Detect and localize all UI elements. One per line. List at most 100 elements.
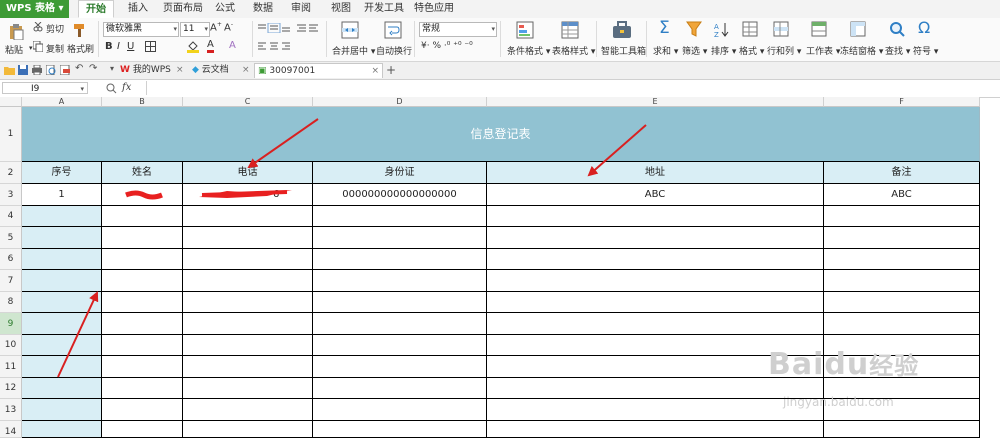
sum-label: 求和 <box>653 47 672 57</box>
paste-icon <box>10 24 24 40</box>
customize-quick-access-icon[interactable]: ▾ <box>110 64 114 73</box>
formula-bar: I9 ▾ fx <box>0 80 1000 98</box>
tab-data[interactable]: 数据 <box>248 0 278 18</box>
undo-icon[interactable]: ↶ <box>75 63 83 74</box>
copy-button[interactable]: 复制 <box>46 42 64 55</box>
merge-center-icon <box>341 21 359 39</box>
filter-button[interactable]: 筛选 ▾ <box>682 44 707 57</box>
svg-text:A: A <box>714 23 719 31</box>
tab-page-layout[interactable]: 页面布局 <box>160 0 206 18</box>
vertical-align-icons[interactable] <box>257 23 293 33</box>
close-icon[interactable]: × <box>242 63 252 78</box>
chevron-down-icon: ▾ <box>204 25 208 33</box>
redo-icon[interactable]: ↷ <box>89 63 97 74</box>
wps-logo-icon: W <box>120 65 130 75</box>
sum-button[interactable]: 求和 ▾ <box>653 44 678 57</box>
open-folder-icon[interactable] <box>4 65 15 75</box>
format-icon <box>742 21 758 37</box>
ribbon-separator <box>252 21 253 57</box>
tab-special[interactable]: 特色应用 <box>412 0 456 18</box>
doc-tab-active[interactable]: ▣ 30097001 × <box>254 63 383 78</box>
tab-home[interactable]: 开始 <box>78 0 114 18</box>
clear-format-icon[interactable]: A <box>229 40 236 51</box>
symbol-button[interactable]: 符号 ▾ <box>913 44 938 57</box>
format-button[interactable]: 格式 ▾ <box>739 44 764 57</box>
number-format-buttons[interactable]: ¥· % ·⁰ ⁺⁰ ⁻⁰ <box>421 41 473 51</box>
ribbon: 粘贴 ▾ 剪切 复制 格式刷 微软雅黑 ▾ 11 ▾ A+ A- B I U A A… <box>0 18 1000 62</box>
filter-label: 筛选 <box>682 47 701 57</box>
fx-icon[interactable]: fx <box>122 82 131 93</box>
name-box[interactable]: I9 ▾ <box>2 82 88 94</box>
worksheet-button[interactable]: 工作表 ▾ <box>806 44 840 57</box>
table-style-label: 表格样式 <box>552 47 589 57</box>
app-menu-label: WPS 表格 <box>6 3 56 14</box>
sort-button[interactable]: 排序 ▾ <box>711 44 736 57</box>
wrap-text-icon <box>384 21 402 39</box>
app-menu-button[interactable]: WPS 表格 ▾ <box>0 0 69 18</box>
freeze-panes-icon <box>850 21 866 37</box>
zoom-icon[interactable] <box>106 83 117 94</box>
copy-icon <box>33 41 43 52</box>
paste-button[interactable]: 粘贴 <box>5 43 23 56</box>
indent-icons[interactable] <box>296 23 320 33</box>
merge-center-button[interactable]: 合并居中 ▾ <box>332 44 375 57</box>
sort-icon: AZ <box>714 23 729 38</box>
freeze-panes-button[interactable]: 冻结窗格 ▾ <box>840 44 883 57</box>
chevron-down-icon: ▾ <box>80 85 84 93</box>
format-painter-button[interactable]: 格式刷 <box>67 42 94 55</box>
export-pdf-icon[interactable] <box>60 65 70 75</box>
tab-insert[interactable]: 插入 <box>122 0 154 18</box>
wrap-text-button[interactable]: 自动换行 <box>376 44 412 57</box>
rows-cols-icon <box>773 21 789 37</box>
tab-formula[interactable]: 公式 <box>210 0 240 18</box>
cell-reference: I9 <box>31 84 40 94</box>
annotation-arrow-phone <box>247 118 319 169</box>
format-painter-icon <box>74 24 84 37</box>
number-format-value: 常规 <box>422 24 441 34</box>
tab-view[interactable]: 视图 <box>324 0 358 18</box>
save-icon[interactable] <box>18 65 28 75</box>
table-style-button[interactable]: 表格样式 ▾ <box>552 44 595 57</box>
border-icon[interactable] <box>145 41 156 52</box>
font-size-select[interactable]: 11 ▾ <box>180 22 210 37</box>
close-icon[interactable]: × <box>371 64 379 79</box>
ribbon-tab-bar: WPS 表格 ▾ 开始 插入 页面布局 公式 数据 审阅 视图 开发工具 特色应… <box>0 0 1000 19</box>
font-color-icon[interactable]: A <box>207 40 214 53</box>
ribbon-separator <box>646 21 647 57</box>
annotation-arrow-address <box>587 124 647 177</box>
bold-icon[interactable]: B <box>105 41 113 52</box>
rows-cols-button[interactable]: 行和列 ▾ <box>767 44 801 57</box>
number-format-select[interactable]: 常规 ▾ <box>419 22 497 37</box>
smart-toolbox-button[interactable]: 智能工具箱 <box>601 44 646 57</box>
horizontal-align-icons[interactable] <box>257 41 293 51</box>
conditional-format-button[interactable]: 条件格式 ▾ <box>507 44 550 57</box>
tab-review[interactable]: 审阅 <box>286 0 316 18</box>
cut-button[interactable]: 剪切 <box>46 22 64 35</box>
print-preview-icon[interactable] <box>46 65 56 75</box>
font-name-select[interactable]: 微软雅黑 ▾ <box>103 22 179 37</box>
find-icon <box>890 22 905 37</box>
tab-developer[interactable]: 开发工具 <box>362 0 406 18</box>
ribbon-separator <box>500 21 501 57</box>
print-icon[interactable] <box>32 65 42 75</box>
new-tab-icon[interactable]: + <box>386 63 396 78</box>
sum-icon: Σ <box>659 18 670 38</box>
fill-color-icon[interactable] <box>187 40 199 53</box>
toolbox-icon <box>613 21 631 38</box>
formula-input[interactable] <box>146 81 997 95</box>
filter-icon <box>686 21 702 37</box>
decrease-font-icon[interactable]: A- <box>224 21 233 33</box>
find-button[interactable]: 查找 ▾ <box>885 44 910 57</box>
close-icon[interactable]: × <box>176 63 186 78</box>
underline-icon[interactable]: U <box>127 41 134 52</box>
rows-cols-label: 行和列 <box>767 47 795 57</box>
italic-icon[interactable]: I <box>117 41 120 52</box>
find-label: 查找 <box>885 47 904 57</box>
chevron-down-icon: ▾ <box>173 25 177 33</box>
paste-dropdown-arrow[interactable]: ▾ <box>29 44 33 52</box>
ribbon-separator <box>98 21 99 57</box>
doc-tab-cloud[interactable]: ◆ 云文档 <box>192 63 248 78</box>
font-size-value: 11 <box>183 24 195 34</box>
increase-font-icon[interactable]: A+ <box>210 21 222 33</box>
symbol-label: 符号 <box>913 47 932 57</box>
